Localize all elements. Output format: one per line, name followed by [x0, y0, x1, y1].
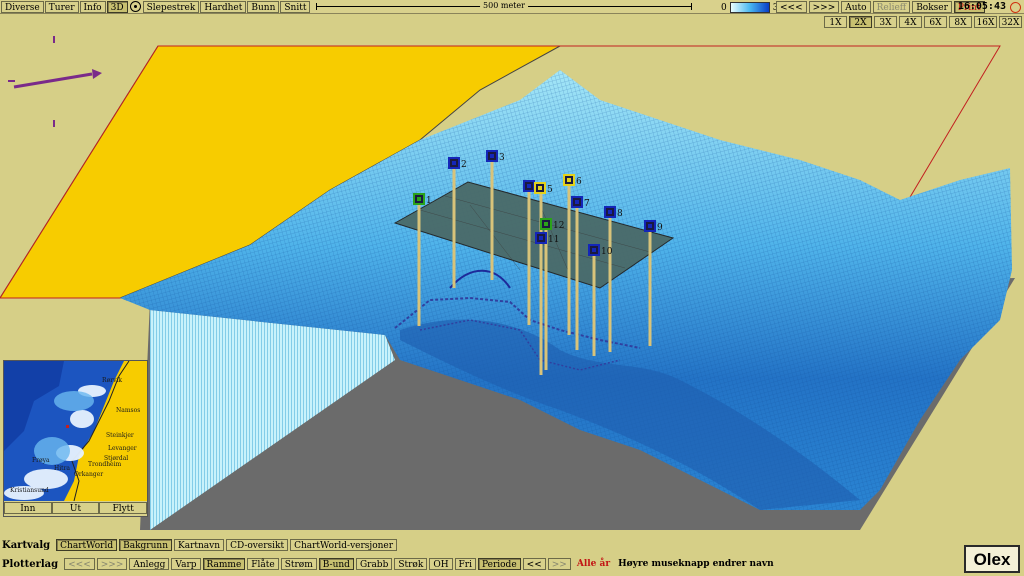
sample-marker-8[interactable]: 8 — [604, 206, 623, 219]
menu-turer[interactable]: Turer — [44, 0, 79, 13]
minimap-ut-button[interactable]: Ut — [51, 502, 100, 514]
minimap-canvas[interactable]: Rørvik Namsos Steinkjer Levanger Stjørda… — [4, 361, 147, 501]
zoom-2x[interactable]: 2X — [849, 16, 872, 28]
menu-slepestrek[interactable]: Slepestrek — [142, 0, 200, 13]
strok-button[interactable]: Strøk — [394, 558, 428, 570]
sun-icon[interactable] — [1010, 2, 1021, 13]
alle-aar-label: Alle år — [576, 559, 611, 569]
bokser-button[interactable]: Bokser — [912, 1, 952, 13]
relieff-button[interactable]: Relieff — [872, 1, 911, 13]
oh-button[interactable]: OH — [429, 558, 453, 570]
grabb-button[interactable]: Grabb — [355, 558, 393, 570]
overview-minimap[interactable]: Rørvik Namsos Steinkjer Levanger Stjørda… — [3, 360, 148, 517]
marker-label-7: 7 — [584, 199, 590, 209]
menu-info[interactable]: Info — [79, 0, 106, 13]
marker-label-12: 12 — [553, 221, 564, 231]
flate-button[interactable]: Flåte — [247, 558, 279, 570]
marker-label-11: 11 — [548, 235, 559, 245]
sample-marker-2[interactable]: 2 — [448, 157, 467, 170]
place-namsos: Namsos — [116, 407, 141, 414]
minimap-inn-button[interactable]: Inn — [4, 502, 52, 514]
zoom-1x[interactable]: 1X — [824, 16, 847, 28]
menu-bunn[interactable]: Bunn — [247, 0, 280, 13]
place-trondheim: Trondheim — [88, 461, 122, 468]
sample-marker-6[interactable]: 6 — [563, 174, 582, 187]
minimap-flytt-button[interactable]: Flytt — [99, 502, 148, 514]
chartworld-button[interactable]: ChartWorld — [56, 539, 118, 551]
plotterlag-label: Plotterlag — [2, 558, 59, 570]
sample-marker-10[interactable]: 10 — [588, 244, 613, 257]
plotter-next-button[interactable]: >>> — [96, 558, 128, 570]
menu-3d[interactable]: 3D — [106, 0, 128, 13]
marker-label-10: 10 — [601, 247, 613, 257]
scale-bar: 500 meter — [316, 1, 692, 11]
kartnavn-button[interactable]: Kartnavn — [174, 539, 225, 551]
chartworld-versjoner-button[interactable]: ChartWorld-versjoner — [290, 539, 398, 551]
zoom-32x[interactable]: 32X — [999, 16, 1022, 28]
place-levanger: Levanger — [108, 445, 137, 452]
place-froya: Frøya — [32, 457, 50, 464]
depth-min: 0 — [721, 2, 727, 13]
place-orkanger: Orkanger — [74, 471, 104, 478]
periode-prev-button[interactable]: << — [522, 558, 546, 570]
sample-marker-9[interactable]: 9 — [644, 220, 663, 233]
menu-diverse[interactable]: Diverse — [1, 0, 44, 13]
strom-button[interactable]: Strøm — [280, 558, 317, 570]
marker-label-5: 5 — [547, 185, 553, 195]
zoom-8x[interactable]: 8X — [949, 16, 972, 28]
nav-prev-button[interactable]: <<< — [776, 1, 807, 13]
marker-label-3: 3 — [499, 153, 505, 163]
bakgrunn-button[interactable]: Bakgrunn — [119, 539, 172, 551]
varp-button[interactable]: Varp — [171, 558, 201, 570]
kartvalg-row: Kartvalg ChartWorld Bakgrunn Kartnavn CD… — [2, 539, 398, 551]
anlegg-button[interactable]: Anlegg — [129, 558, 170, 570]
place-steinkjer: Steinkjer — [106, 432, 134, 439]
kartvalg-label: Kartvalg — [2, 539, 51, 551]
zoom-selector: 1X 2X 3X 4X 6X 8X 16X 32X — [824, 16, 1022, 28]
place-kristiansund: Kristiansund — [10, 487, 49, 494]
sample-marker-7[interactable]: 7 — [571, 196, 590, 209]
depth-gradient — [729, 2, 770, 13]
clock: 16:05:43 — [957, 1, 1006, 12]
target-icon[interactable] — [129, 1, 141, 12]
auto-button[interactable]: Auto — [841, 1, 871, 13]
marker-label-1: 1 — [426, 196, 432, 206]
scale-label: 500 meter — [480, 1, 528, 10]
fri-button[interactable]: Fri — [454, 558, 476, 570]
marker-label-6: 6 — [576, 177, 582, 187]
hint-text: Høyre museknapp endrer navn — [618, 559, 774, 569]
periode-button[interactable]: Periode — [477, 558, 521, 570]
marker-label-2: 2 — [461, 160, 467, 170]
place-rorvik: Rørvik — [102, 377, 123, 384]
3d-seabed-view[interactable]: 123456789101112 — [0, 30, 1024, 538]
zoom-4x[interactable]: 4X — [899, 16, 922, 28]
nav-next-button[interactable]: >>> — [808, 1, 840, 13]
marker-label-9: 9 — [657, 223, 663, 233]
ramme-button[interactable]: Ramme — [202, 558, 246, 570]
sample-marker-5[interactable]: 5 — [534, 182, 553, 195]
zoom-16x[interactable]: 16X — [974, 16, 997, 28]
zoom-3x[interactable]: 3X — [874, 16, 897, 28]
periode-next-button[interactable]: >> — [547, 558, 571, 570]
plotterlag-row: Plotterlag <<< >>> Anlegg Varp Ramme Flå… — [2, 558, 774, 570]
marker-label-8: 8 — [617, 209, 623, 219]
b-und-button[interactable]: B-und — [318, 558, 354, 570]
sample-marker-12[interactable]: 12 — [540, 218, 564, 231]
right-controls: <<< >>> Auto Relieff Bokser Print — [776, 1, 985, 13]
sample-marker-11[interactable]: 11 — [535, 232, 559, 245]
olex-logo: Olex — [964, 545, 1020, 573]
sample-marker-3[interactable]: 3 — [486, 150, 505, 163]
plotter-prev-button[interactable]: <<< — [64, 558, 95, 570]
zoom-6x[interactable]: 6X — [924, 16, 947, 28]
place-hitra: Hitra — [54, 465, 71, 472]
menu-hardhet[interactable]: Hardhet — [200, 0, 247, 13]
sample-marker-1[interactable]: 1 — [413, 193, 432, 206]
menu-snitt[interactable]: Snitt — [280, 0, 311, 13]
cd-oversikt-button[interactable]: CD-oversikt — [226, 539, 289, 551]
